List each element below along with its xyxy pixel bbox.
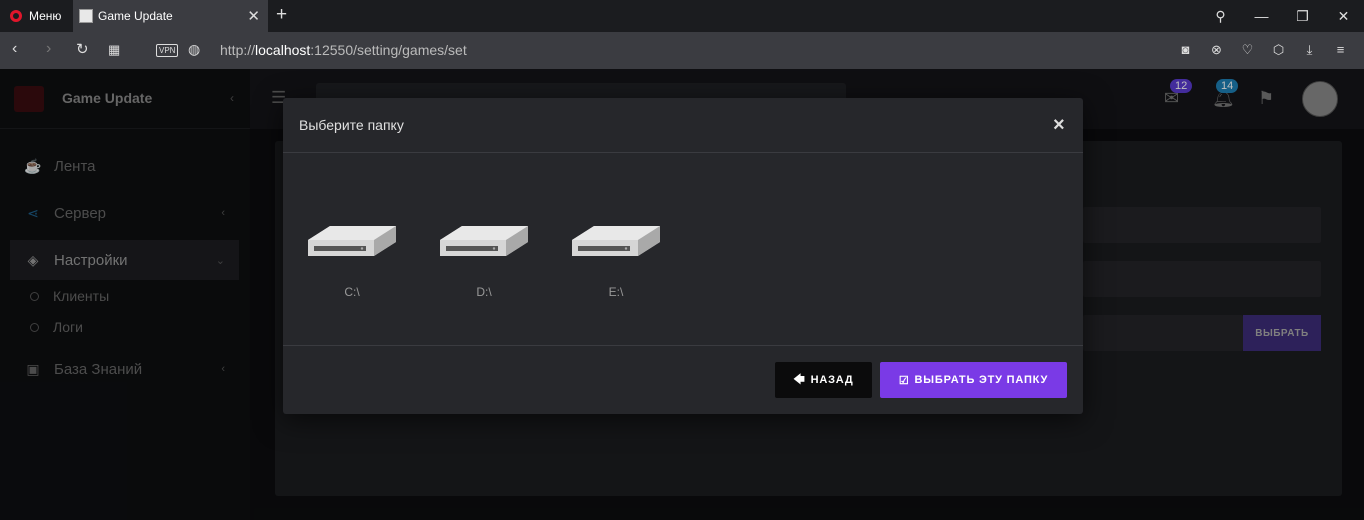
drive-item[interactable]: E:\	[566, 218, 666, 299]
arrow-left-icon: 🡄	[793, 373, 806, 386]
check-square-icon: ☑	[898, 374, 910, 387]
modal-title: Выберите папку	[299, 117, 404, 133]
easy-setup-icon[interactable]: ≡	[1325, 42, 1356, 58]
vpn-badge[interactable]: VPN	[156, 44, 179, 57]
heart-icon[interactable]: ♡	[1232, 42, 1263, 58]
browser-menu-label: Меню	[29, 9, 62, 23]
speed-dial-icon[interactable]: ▦	[108, 42, 120, 58]
tab-title: Game Update	[98, 9, 173, 23]
download-icon[interactable]: ⤓	[1294, 42, 1325, 58]
cube-icon[interactable]: ⬡	[1263, 42, 1294, 58]
reload-icon[interactable]: ↻	[76, 40, 89, 58]
drive-label: C:\	[344, 285, 360, 299]
drive-label: E:\	[608, 285, 624, 299]
hard-drive-icon	[572, 226, 660, 256]
browser-tabbar: Меню Game Update ✕ + ⚲ — ❐ ✕	[0, 0, 1364, 32]
snapshot-icon[interactable]: ◙	[1170, 42, 1201, 58]
url-rest: :12550/setting/games/set	[310, 42, 467, 58]
browser-tab[interactable]: Game Update ✕	[73, 0, 268, 32]
modal-header: Выберите папку ×	[283, 98, 1083, 153]
opera-logo-icon	[10, 10, 22, 22]
address-bar-actions: ◙ ⊗ ♡ ⬡ ⤓ ≡	[1170, 42, 1356, 58]
drive-item[interactable]: C:\	[302, 218, 402, 299]
url-field[interactable]: http://localhost:12550/setting/games/set	[220, 42, 467, 58]
forward-icon[interactable]: ›	[46, 40, 51, 58]
modal-footer: 🡄 НАЗАД ☑ ВЫБРАТЬ ЭТУ ПАПКУ	[283, 345, 1083, 414]
hard-drive-icon	[440, 226, 528, 256]
tab-favicon-icon	[79, 9, 93, 23]
adblock-icon[interactable]: ⊗	[1201, 42, 1232, 58]
tab-close-icon[interactable]: ✕	[247, 7, 260, 25]
browser-search-icon[interactable]: ⚲	[1200, 8, 1241, 25]
browser-menu-button[interactable]: Меню	[0, 0, 72, 32]
address-bar: ‹ › ↻ ▦ VPN ◍ http://localhost:12550/set…	[0, 32, 1364, 69]
select-folder-button[interactable]: ☑ ВЫБРАТЬ ЭТУ ПАПКУ	[880, 362, 1067, 398]
window-close-icon[interactable]: ✕	[1323, 8, 1364, 25]
close-icon[interactable]: ×	[1053, 114, 1065, 137]
modal-body: C:\ D:\ E:\	[283, 153, 1083, 345]
back-button[interactable]: 🡄 НАЗАД	[775, 362, 872, 398]
globe-icon[interactable]: ◍	[188, 41, 200, 58]
url-prefix: http://	[220, 42, 256, 58]
minimize-icon[interactable]: —	[1241, 8, 1282, 24]
folder-picker-modal: Выберите папку × C:\ D:\ E:\ 🡄 НАЗАД ☑ В…	[283, 98, 1083, 414]
new-tab-icon[interactable]: +	[276, 4, 287, 26]
drive-label: D:\	[476, 285, 492, 299]
select-folder-label: ВЫБРАТЬ ЭТУ ПАПКУ	[914, 374, 1049, 386]
url-host: localhost	[255, 42, 311, 58]
hard-drive-icon	[308, 226, 396, 256]
back-icon[interactable]: ‹	[12, 40, 17, 58]
restore-icon[interactable]: ❐	[1282, 8, 1323, 25]
window-controls: ⚲ — ❐ ✕	[1200, 0, 1364, 32]
drive-item[interactable]: D:\	[434, 218, 534, 299]
back-button-label: НАЗАД	[810, 374, 854, 386]
